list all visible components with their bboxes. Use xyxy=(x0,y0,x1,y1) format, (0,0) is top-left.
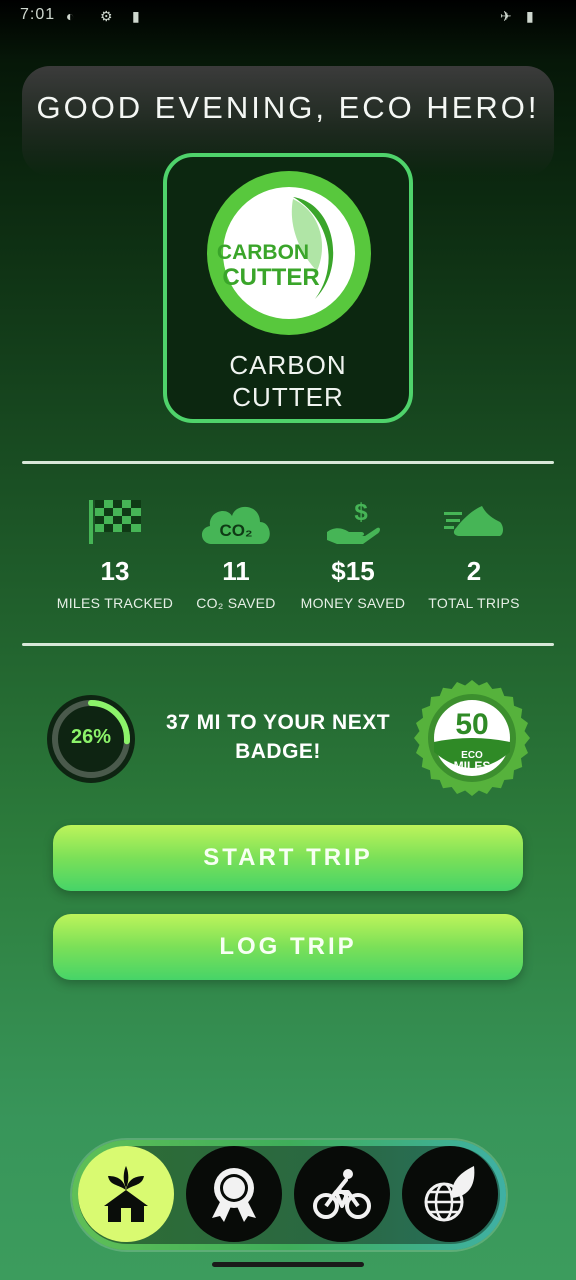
airplane-icon: ✈ xyxy=(500,8,512,24)
divider xyxy=(22,643,554,646)
next-badge-line2: MILES xyxy=(454,759,491,773)
greeting-text: GOOD EVENING, ECO HERO! xyxy=(36,90,540,125)
nav-badges-button[interactable] xyxy=(186,1146,282,1242)
home-indicator xyxy=(212,1262,364,1267)
total-trips-value: 2 xyxy=(466,556,482,586)
total-trips-label: TOTAL TRIPS xyxy=(428,595,520,611)
divider xyxy=(22,461,554,464)
battery-icon: ▮ xyxy=(526,8,534,24)
next-badge-message: 37 MI TO YOUR NEXT BADGE! xyxy=(165,711,391,763)
eco-miles-badge-icon[interactable]: 50 ECO MILES xyxy=(414,680,530,796)
stat-miles-tracked: 13 MILES TRACKED xyxy=(50,498,180,611)
start-trip-button[interactable]: START TRIP xyxy=(53,825,523,891)
emblem-line1: CARBON xyxy=(217,241,309,264)
stat-co2-saved: CO₂ 11 CO₂ SAVED xyxy=(171,498,301,611)
globe-leaf-icon xyxy=(424,1166,475,1222)
sim-icon: ▮ xyxy=(132,8,140,24)
bicycle-icon xyxy=(313,1169,371,1219)
settings-icon: ⚙ xyxy=(100,8,113,24)
progress-percent: 26% xyxy=(70,726,112,748)
emblem-line2: CUTTER xyxy=(222,264,319,291)
miles-tracked-label: MILES TRACKED xyxy=(56,595,174,611)
running-shoe-icon xyxy=(444,506,503,536)
nav-impact-button[interactable] xyxy=(402,1146,498,1242)
checkered-flag-icon xyxy=(89,500,141,544)
co2-cloud-icon: CO₂ xyxy=(201,506,270,544)
stat-total-trips: 2 TOTAL TRIPS xyxy=(409,498,539,611)
money-saved-value: $15 xyxy=(331,556,375,586)
miles-tracked-value: 13 xyxy=(100,556,130,586)
status-bar: 7:01 ◐ ⚙ ▮ ✈ ▮ xyxy=(0,0,576,34)
shield-icon: ◐ xyxy=(66,8,75,24)
stat-money-saved: $ $15 MONEY SAVED xyxy=(288,498,418,611)
featured-badge-title: CARBON CUTTER xyxy=(167,349,409,413)
co2-icon-text: CO₂ xyxy=(219,521,252,540)
money-hand-icon: $ xyxy=(327,499,380,544)
log-trip-button[interactable]: LOG TRIP xyxy=(53,914,523,980)
badge-title-line1: CARBON xyxy=(229,350,347,380)
co2-saved-value: 11 xyxy=(222,556,250,586)
money-saved-label: MONEY SAVED xyxy=(300,595,406,611)
svg-text:$: $ xyxy=(354,499,368,526)
nav-trips-button[interactable] xyxy=(294,1146,390,1242)
carbon-cutter-badge-icon: CARBON CUTTER xyxy=(207,171,371,335)
badge-title-line2: CUTTER xyxy=(232,382,344,412)
featured-badge-card[interactable]: CARBON CUTTER CARBON CUTTER xyxy=(163,153,413,423)
next-badge-number: 50 xyxy=(455,708,488,741)
co2-saved-label: CO₂ SAVED xyxy=(196,595,276,611)
nav-home-button[interactable] xyxy=(78,1146,174,1242)
award-ribbon-icon xyxy=(212,1168,256,1222)
eco-home-icon xyxy=(104,1166,148,1222)
status-time: 7:01 xyxy=(20,6,56,23)
